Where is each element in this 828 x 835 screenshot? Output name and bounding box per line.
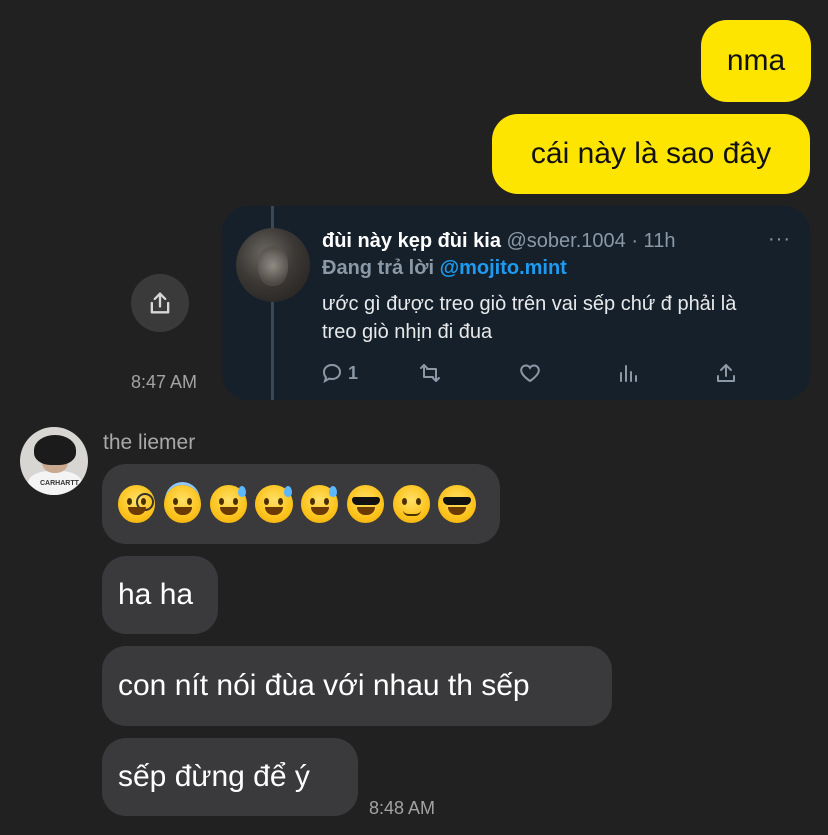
grinning-face-with-sweat-icon [209, 485, 247, 523]
retweet-icon [420, 364, 440, 382]
slightly-smiling-face-icon [392, 485, 430, 523]
reply-icon [322, 363, 342, 384]
smiling-face-with-sunglasses-icon [346, 485, 384, 523]
message-text: sếp đừng để ý [118, 760, 310, 793]
like-button[interactable] [518, 360, 542, 386]
shared-tweet-card[interactable]: đùi này kẹp đùi kia @sober.1004 · 11h ··… [222, 206, 810, 400]
incoming-message-bubble[interactable]: ha ha [102, 556, 218, 634]
retweet-button[interactable] [418, 360, 442, 386]
smiling-face-with-sunglasses-icon [438, 485, 476, 523]
incoming-message-bubble[interactable]: sếp đừng để ý [102, 738, 358, 816]
message-text: nma [726, 44, 786, 77]
smiling-face-with-halo-icon [163, 485, 201, 523]
message-timestamp: 8:47 AM [131, 372, 198, 392]
tweet-header: đùi này kẹp đùi kia @sober.1004 · 11h [322, 230, 675, 253]
message-text: cái này là sao đây [530, 137, 772, 170]
replying-to-label: Đang trả lời [322, 257, 435, 279]
more-options-icon[interactable]: ··· [768, 228, 791, 251]
outgoing-message-bubble[interactable]: cái này là sao đây [492, 114, 810, 194]
incoming-message-bubble[interactable]: con nít nói đùa với nhau th sếp [102, 646, 612, 726]
tweet-author-avatar[interactable] [236, 228, 310, 302]
grinning-face-with-sweat-icon [301, 485, 339, 523]
like-icon [520, 364, 540, 383]
tweet-age: · 11h [631, 230, 676, 252]
message-text: ha ha [118, 578, 194, 611]
replying-to: Đang trả lời @mojito.mint [322, 257, 567, 280]
message-timestamp: 8:48 AM [369, 798, 436, 818]
stats-button[interactable] [616, 360, 640, 386]
reply-button[interactable]: 1 [320, 360, 358, 386]
sender-avatar[interactable]: CARHARTT [20, 427, 88, 495]
share-icon [150, 292, 170, 314]
grinning-face-with-sweat-icon [255, 485, 293, 523]
tweet-author-name[interactable]: đùi này kẹp đùi kia [322, 230, 501, 252]
face-with-monocle-icon [118, 485, 156, 523]
stats-icon [620, 365, 637, 382]
sender-name: the liemer [103, 431, 196, 454]
tweet-share-button[interactable] [714, 360, 738, 386]
replying-to-user-link[interactable]: @mojito.mint [440, 257, 567, 279]
share-icon [717, 364, 735, 382]
outgoing-message-bubble[interactable]: nma [701, 20, 811, 102]
incoming-message-bubble[interactable] [102, 464, 500, 544]
tweet-text: ước gì được treo giò trên vai sếp chứ đ … [322, 293, 737, 343]
forward-share-button[interactable] [131, 274, 189, 332]
reply-count: 1 [348, 362, 359, 383]
message-text: con nít nói đùa với nhau th sếp [118, 669, 530, 702]
tweet-author-handle[interactable]: @sober.1004 [507, 230, 626, 252]
